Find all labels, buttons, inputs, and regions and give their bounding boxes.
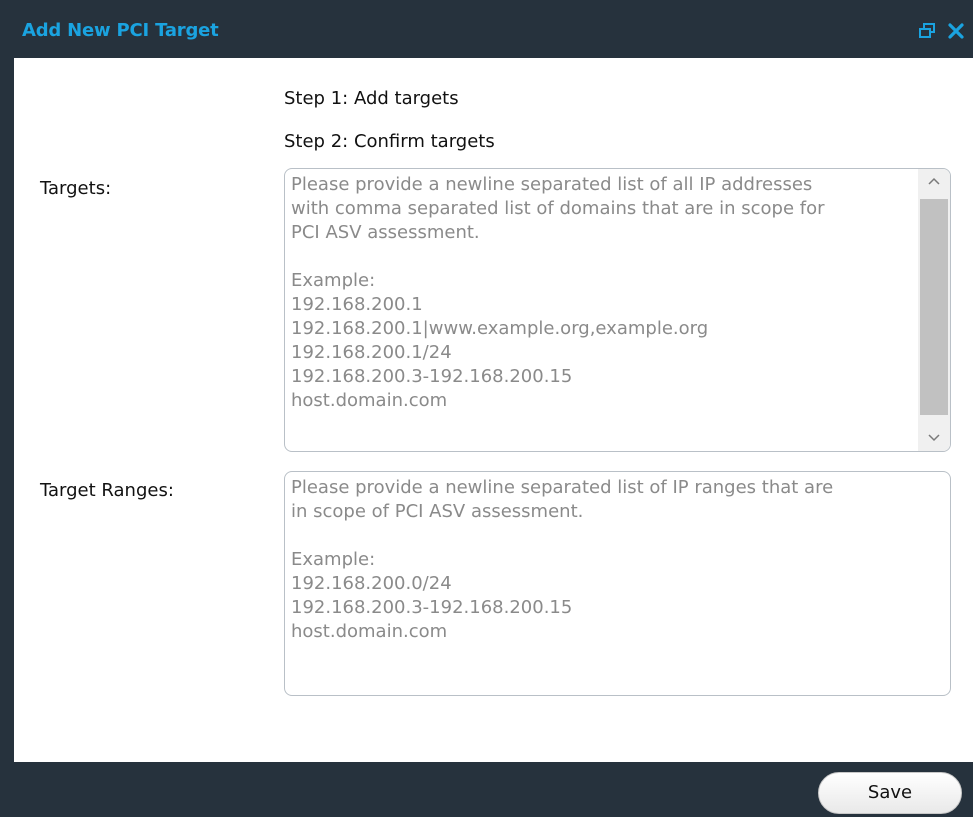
target-ranges-textarea[interactable]: Please provide a newline separated list … (284, 471, 951, 696)
save-button[interactable]: Save (818, 772, 962, 814)
dialog-title: Add New PCI Target (22, 20, 219, 41)
restore-window-icon[interactable] (918, 22, 936, 40)
targets-placeholder: Please provide a newline separated list … (291, 174, 825, 411)
scroll-down-icon[interactable] (918, 425, 950, 451)
dialog-footer: Save (0, 762, 973, 817)
target-ranges-placeholder: Please provide a newline separated list … (291, 477, 834, 642)
add-pci-target-dialog: Add New PCI Target Step 1: Add targets S… (0, 0, 973, 817)
close-icon[interactable] (946, 21, 966, 41)
targets-label: Targets: (40, 178, 112, 199)
dialog-body: Step 1: Add targets Step 2: Confirm targ… (14, 58, 973, 762)
scroll-up-icon[interactable] (918, 169, 950, 195)
targets-textarea[interactable]: Please provide a newline separated list … (284, 168, 951, 452)
step-1-label: Step 1: Add targets (284, 88, 459, 109)
scroll-thumb[interactable] (920, 199, 948, 415)
step-2-label: Step 2: Confirm targets (284, 131, 495, 152)
target-ranges-label: Target Ranges: (40, 480, 174, 501)
dialog-titlebar: Add New PCI Target (0, 0, 973, 58)
targets-scrollbar[interactable] (918, 169, 950, 451)
